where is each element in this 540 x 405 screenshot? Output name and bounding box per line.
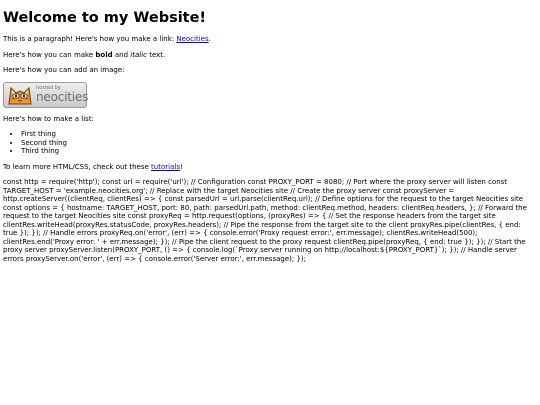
list-item: Second thing	[21, 139, 537, 148]
learn-more-paragraph: To learn more HTML/CSS, check out these …	[3, 163, 537, 172]
badge-text: hosted by neocities	[36, 86, 89, 104]
badge-neocities: neocities	[36, 90, 89, 104]
learn-more-suffix: !	[179, 162, 183, 171]
page-content: Welcome to my Website! This is a paragra…	[0, 0, 540, 263]
hosted-by-neocities-badge[interactable]: hosted by neocities	[3, 81, 89, 108]
image-paragraph: Here's how you can add an image:	[3, 66, 125, 74]
formatting-suffix: text.	[146, 50, 166, 59]
code-text: const http = require('http'); const url …	[3, 178, 527, 263]
neocities-cat-icon	[8, 86, 32, 104]
page-title: Welcome to my Website!	[3, 10, 207, 26]
learn-more-text: To learn more HTML/CSS, check out these	[3, 162, 152, 171]
neocities-link[interactable]: Neocities	[176, 35, 208, 43]
formatting-prefix: Here's how you can make	[3, 50, 96, 59]
list-item: First thing	[21, 130, 537, 139]
italic-text: italic	[130, 50, 147, 59]
intro-text: This is a paragraph! Here's how you make…	[3, 35, 177, 43]
thing-list: First thing Second thing Third thing	[3, 130, 537, 156]
tutorials-link[interactable]: tutorials	[151, 163, 180, 171]
list-intro: Here's how to make a list:	[3, 114, 94, 123]
bold-text: bold	[95, 50, 113, 59]
list-item: Third thing	[21, 147, 537, 156]
formatting-middle: and	[112, 50, 131, 59]
formatting-paragraph: Here's how you can make bold and italic …	[3, 51, 537, 60]
intro-paragraph: This is a paragraph! Here's how you make…	[3, 35, 537, 44]
intro-suffix: .	[208, 35, 211, 43]
